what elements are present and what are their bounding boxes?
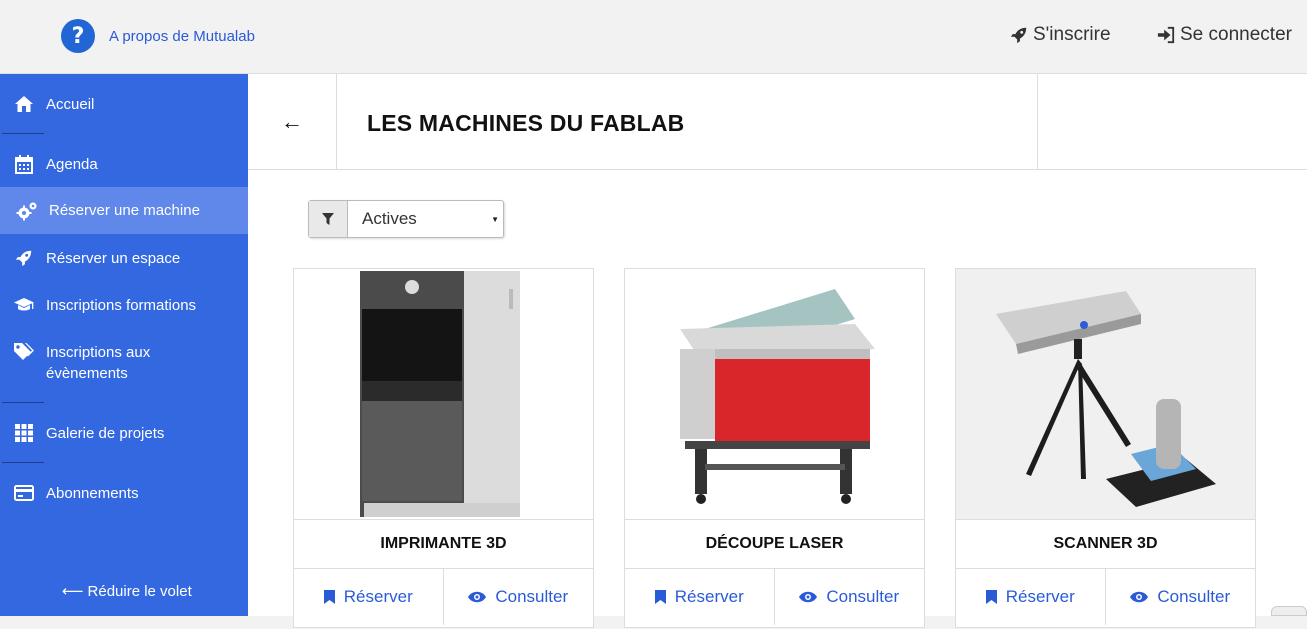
machine-card: SCANNER 3D Réserver Consulter	[955, 268, 1256, 628]
page-title: LES MACHINES DU FABLAB	[367, 110, 685, 136]
reserve-label: Réserver	[1005, 587, 1075, 606]
home-icon	[13, 94, 35, 114]
reserve-button[interactable]: Réserver	[625, 569, 775, 625]
caret-down-icon: ▼	[491, 214, 499, 224]
sidebar: Accueil Agenda Réserver une machine Rése…	[0, 74, 248, 616]
machine-image-laser-cutter[interactable]	[625, 269, 924, 519]
graduation-cap-icon	[13, 295, 35, 315]
card-actions: Réserver Consulter	[956, 569, 1255, 629]
machine-image-3d-printer[interactable]	[294, 269, 593, 519]
collapse-sidebar-button[interactable]: ⟵ Réduire le volet	[62, 582, 192, 601]
view-label: Consulter	[1157, 587, 1231, 606]
sidebar-item-label: Abonnements	[46, 485, 139, 502]
arrow-left-icon: ←	[281, 109, 303, 134]
sign-in-icon	[1157, 26, 1175, 44]
filter-icon	[309, 201, 348, 237]
sidebar-divider	[2, 133, 44, 134]
login-label: Se connecter	[1180, 24, 1292, 45]
eye-icon	[1130, 591, 1149, 603]
arrow-left-icon: ⟵	[62, 583, 84, 600]
view-button[interactable]: Consulter	[444, 569, 594, 625]
back-button[interactable]: ←	[248, 74, 337, 170]
sidebar-item-label: Galerie de projets	[46, 425, 165, 442]
rocket-icon	[1010, 27, 1027, 44]
eye-icon	[799, 591, 818, 603]
reserve-button[interactable]: Réserver	[956, 569, 1106, 625]
machine-card: IMPRIMANTE 3D Réserver Consulter	[293, 268, 594, 628]
filter-selected-value: Actives	[362, 209, 417, 228]
view-label: Consulter	[495, 587, 569, 606]
bookmark-icon	[985, 590, 997, 604]
top-bar: ? A propos de Mutualab S'inscrire Se con…	[0, 0, 1307, 74]
card-actions: Réserver Consulter	[294, 569, 593, 629]
bookmark-icon	[654, 590, 666, 604]
machine-card: DÉCOUPE LASER Réserver Consulter	[624, 268, 925, 628]
scroll-handle[interactable]	[1271, 606, 1307, 616]
sidebar-divider	[2, 462, 44, 463]
sidebar-item-inscriptions-evenements[interactable]: Inscriptions aux évènements	[0, 342, 248, 384]
machine-name: IMPRIMANTE 3D	[294, 519, 593, 569]
reserve-label: Réserver	[674, 587, 744, 606]
eye-icon	[468, 591, 487, 603]
sidebar-item-label: Inscriptions formations	[46, 297, 197, 314]
view-button[interactable]: Consulter	[1106, 569, 1256, 625]
about-link[interactable]: ? A propos de Mutualab	[61, 19, 255, 53]
grid-icon	[13, 423, 35, 443]
sidebar-item-label: Accueil	[46, 96, 95, 113]
sidebar-item-reserver-espace[interactable]: Réserver un espace	[0, 248, 248, 269]
login-button[interactable]: Se connecter	[1157, 24, 1292, 46]
header-divider	[1037, 74, 1038, 170]
bookmark-icon	[323, 590, 335, 604]
filter-select[interactable]: Actives ▼	[348, 201, 503, 237]
card-actions: Réserver Consulter	[625, 569, 924, 629]
sidebar-item-agenda[interactable]: Agenda	[0, 154, 248, 175]
rocket-icon	[13, 248, 35, 268]
machine-image-3d-scanner[interactable]	[956, 269, 1255, 519]
machine-name: SCANNER 3D	[956, 519, 1255, 569]
sidebar-item-galerie[interactable]: Galerie de projets	[0, 423, 248, 444]
reserve-label: Réserver	[343, 587, 413, 606]
sidebar-item-accueil[interactable]: Accueil	[0, 94, 248, 115]
machine-filter[interactable]: Actives ▼	[308, 200, 504, 238]
sidebar-item-label: Réserver un espace	[46, 250, 181, 267]
calendar-icon	[13, 154, 35, 174]
credit-card-icon	[13, 483, 35, 503]
view-label: Consulter	[826, 587, 900, 606]
machine-name: DÉCOUPE LASER	[625, 519, 924, 569]
reserve-button[interactable]: Réserver	[294, 569, 444, 625]
sidebar-item-inscriptions-formations[interactable]: Inscriptions formations	[0, 295, 248, 316]
page-header: ← LES MACHINES DU FABLAB	[248, 74, 1307, 170]
signup-label: S'inscrire	[1033, 24, 1111, 45]
view-button[interactable]: Consulter	[775, 569, 925, 625]
question-icon: ?	[61, 19, 95, 53]
tags-icon	[13, 342, 35, 362]
signup-button[interactable]: S'inscrire	[1010, 24, 1111, 46]
sidebar-divider	[2, 402, 44, 403]
sidebar-item-label: Agenda	[46, 156, 98, 173]
sidebar-item-reserver-machine[interactable]: Réserver une machine	[0, 187, 248, 234]
main-content: ← LES MACHINES DU FABLAB Actives ▼ IMPRI…	[248, 74, 1307, 628]
sidebar-item-label: Réserver une machine	[49, 202, 200, 219]
sidebar-item-label: Inscriptions aux évènements	[46, 344, 151, 382]
sidebar-item-abonnements[interactable]: Abonnements	[0, 483, 248, 504]
about-label: A propos de Mutualab	[109, 27, 255, 45]
collapse-label: Réduire le volet	[87, 582, 192, 600]
gears-icon	[16, 201, 38, 221]
